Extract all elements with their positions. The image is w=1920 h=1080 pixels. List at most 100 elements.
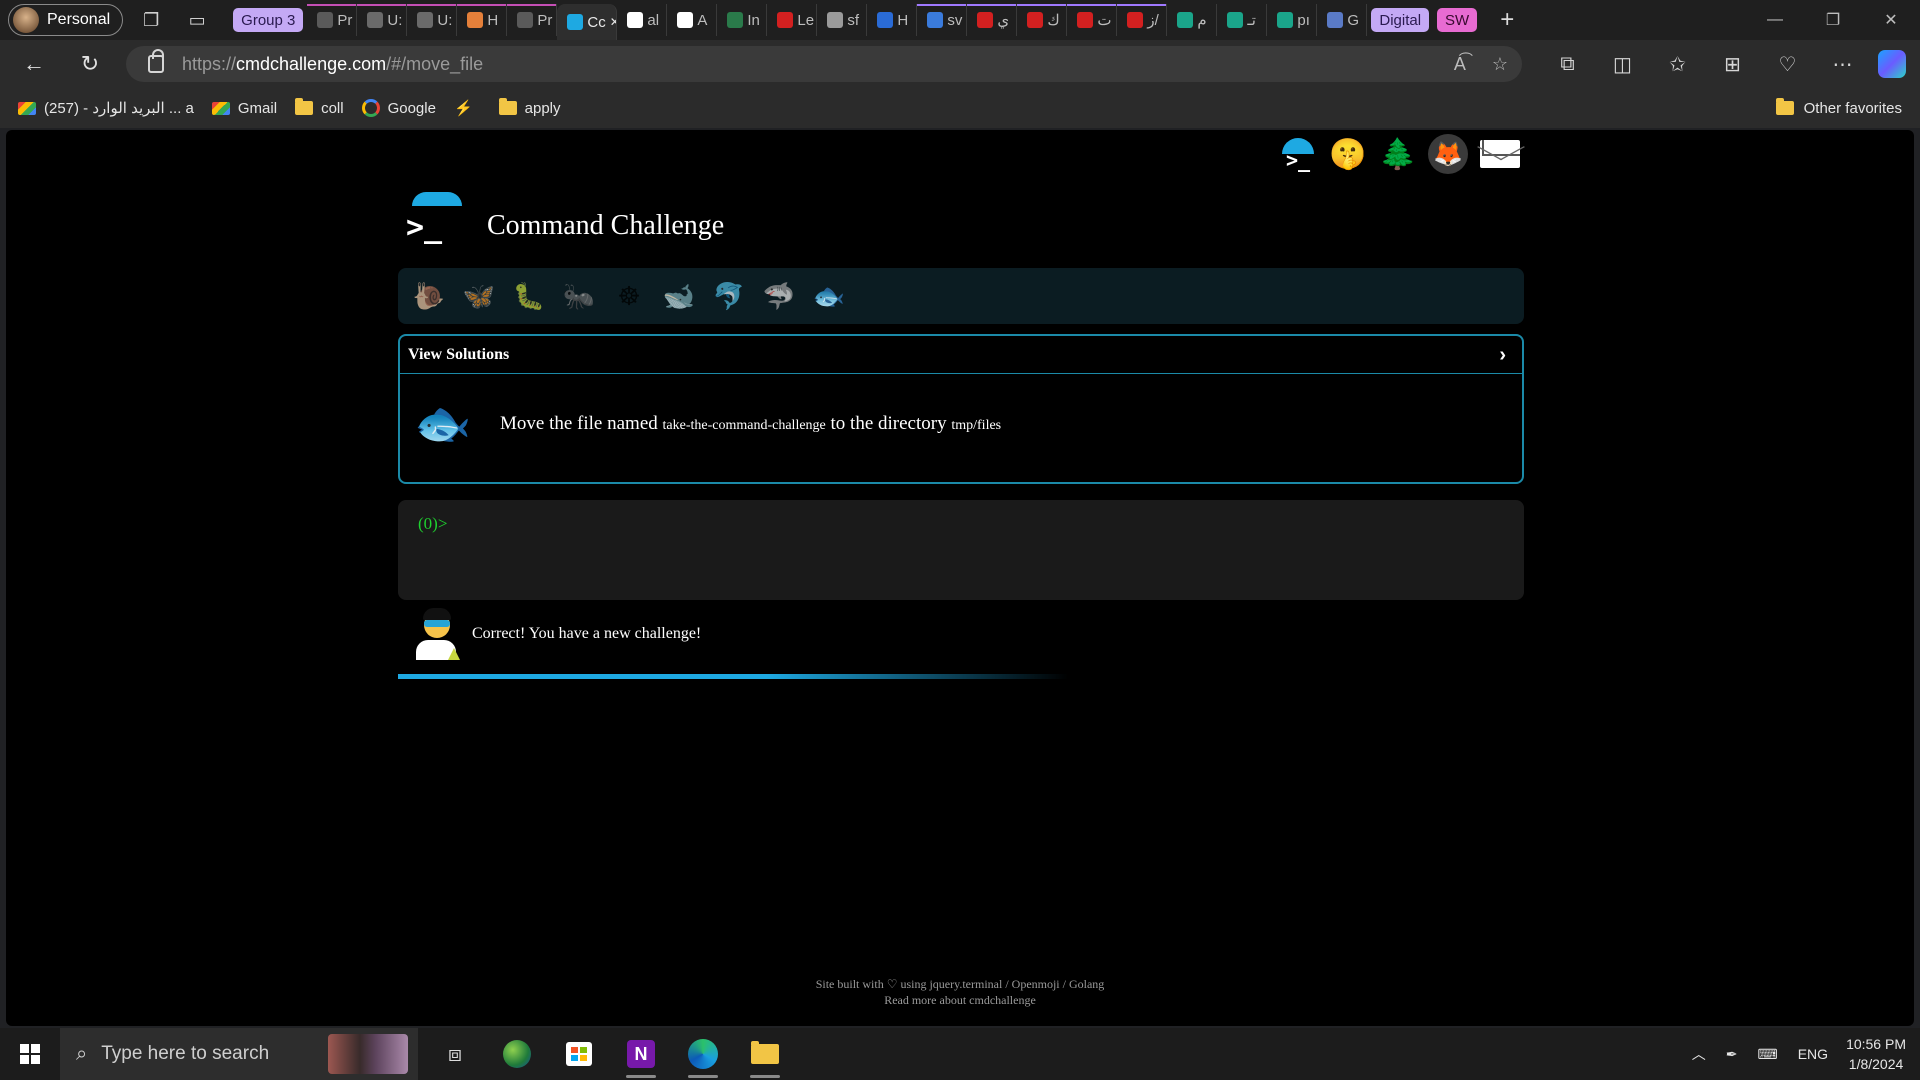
refresh-button[interactable]: ↻: [70, 46, 110, 82]
search-highlight-image: [328, 1034, 408, 1074]
browser-tab[interactable]: G: [1317, 4, 1368, 36]
address-bar[interactable]: https://cmdchallenge.com/#/move_file A͡ …: [126, 46, 1522, 82]
browser-tab[interactable]: U:: [407, 4, 458, 36]
browser-tab[interactable]: ت: [1067, 4, 1118, 36]
read-aloud-icon[interactable]: A͡: [1454, 54, 1466, 75]
browser-tab[interactable]: H: [457, 4, 508, 36]
profile-button[interactable]: Personal: [8, 4, 124, 36]
tab-label: م: [1197, 12, 1207, 29]
browser-tab[interactable]: pı: [1267, 4, 1318, 36]
tab-favicon-icon: [517, 12, 534, 28]
tree-icon[interactable]: 🌲: [1378, 134, 1418, 174]
browser-tab[interactable]: sv: [917, 4, 968, 36]
keyboard-icon[interactable]: ⌨: [1758, 1046, 1778, 1063]
level-butterfly-icon[interactable]: 🦋: [462, 279, 496, 313]
browser-tab[interactable]: U:: [357, 4, 408, 36]
task-view-icon[interactable]: ⧈: [424, 1028, 486, 1080]
browser-tab[interactable]: In: [717, 4, 768, 36]
level-caterpillar-icon[interactable]: 🐛: [512, 279, 546, 313]
bookmark-item[interactable]: apply: [498, 98, 561, 117]
tab-label: H: [897, 11, 909, 29]
browser-tab[interactable]: al: [617, 4, 668, 36]
restore-button[interactable]: ❐: [1804, 0, 1862, 40]
back-button[interactable]: ←: [14, 46, 54, 82]
browser-tab[interactable]: Le: [767, 4, 818, 36]
performance-icon[interactable]: ♡: [1760, 52, 1815, 77]
browser-tab[interactable]: H: [867, 4, 918, 36]
clock-date: 1/8/2024: [1848, 1056, 1904, 1072]
bookmark-item[interactable]: ⚡: [454, 99, 481, 117]
close-window-button[interactable]: ✕: [1862, 0, 1920, 40]
app-globe-icon[interactable]: [486, 1028, 548, 1080]
edge-browser-icon[interactable]: [672, 1028, 734, 1080]
footer-read-more-link[interactable]: Read more about cmdchallenge: [6, 992, 1914, 1008]
close-tab-icon[interactable]: ✕: [610, 15, 617, 29]
bookmark-item[interactable]: Google: [361, 99, 436, 117]
taskbar-search-box[interactable]: ⌕ Type here to search: [60, 1028, 418, 1080]
view-solutions-toggle[interactable]: View Solutions: [400, 336, 1522, 374]
tab-label: pı: [1297, 11, 1310, 29]
browser-tab[interactable]: Cc ✕: [557, 4, 618, 40]
workspaces-icon[interactable]: ❐: [133, 4, 169, 36]
tab-actions-icon[interactable]: ▭: [179, 4, 215, 36]
task-text: Move the file named take-the-command-cha…: [500, 412, 1002, 434]
url-text[interactable]: https://cmdchallenge.com/#/move_file: [182, 54, 483, 75]
browser-tab[interactable]: ك: [1017, 4, 1068, 36]
terminal-input-area[interactable]: (0)>: [398, 500, 1524, 600]
footer-credits[interactable]: Site built with ♡ using jquery.terminal …: [6, 976, 1914, 992]
browser-tab[interactable]: ي: [967, 4, 1018, 36]
level-ant-icon[interactable]: 🐜: [562, 279, 596, 313]
tab-label: تـ: [1247, 12, 1256, 29]
browser-tab[interactable]: م: [1167, 4, 1218, 36]
tab-group-chip[interactable]: SW: [1437, 8, 1478, 32]
favorite-star-icon[interactable]: ☆: [1492, 54, 1508, 75]
bookmark-item[interactable]: Gmail: [211, 100, 277, 117]
shushing-face-icon[interactable]: 🤫: [1328, 134, 1368, 174]
language-indicator[interactable]: ENG: [1798, 1046, 1828, 1062]
level-snail-icon[interactable]: 🐌: [412, 279, 446, 313]
gitlab-icon[interactable]: 🦊: [1428, 134, 1468, 174]
show-hidden-icons-chevron-icon[interactable]: ︿: [1692, 1044, 1706, 1064]
search-placeholder: Type here to search: [101, 1043, 270, 1064]
level-shark-icon[interactable]: 🦈: [762, 279, 796, 313]
start-button[interactable]: [0, 1028, 60, 1080]
tab-group-chip[interactable]: Group 3: [233, 8, 304, 32]
browser-tab[interactable]: Pr: [307, 4, 358, 36]
onenote-icon[interactable]: N: [610, 1028, 672, 1080]
tab-group-chip[interactable]: Digital: [1371, 8, 1430, 32]
bookmark-item[interactable]: coll: [295, 98, 344, 117]
browser-tab[interactable]: Pr: [507, 4, 558, 36]
collections-icon[interactable]: ⊞: [1705, 52, 1760, 77]
more-menu-icon[interactable]: ⋯: [1815, 52, 1870, 77]
tab-favicon-icon: [677, 12, 694, 28]
level-dolphin-icon[interactable]: 🐬: [712, 279, 746, 313]
browser-tab[interactable]: sf: [817, 4, 868, 36]
split-screen-icon[interactable]: ◫: [1595, 52, 1650, 77]
other-favorites-label: Other favorites: [1803, 99, 1902, 117]
minimize-button[interactable]: —: [1746, 0, 1804, 40]
level-whale-icon[interactable]: 🐋: [662, 279, 696, 313]
extensions-icon[interactable]: ⧉: [1540, 53, 1595, 76]
pen-icon[interactable]: ✒: [1726, 1046, 1738, 1063]
terminal-icon[interactable]: >_: [1278, 134, 1318, 174]
favorites-icon[interactable]: ✩: [1650, 52, 1705, 77]
browser-tab[interactable]: ز/: [1117, 4, 1168, 36]
tab-label: Pr: [537, 11, 553, 29]
tab-favicon-icon: [877, 12, 894, 28]
chevron-right-icon[interactable]: ›: [1499, 344, 1506, 367]
level-fish-icon[interactable]: 🐟: [812, 279, 846, 313]
new-tab-button[interactable]: +: [1487, 6, 1527, 34]
tab-label: U:: [387, 11, 403, 29]
other-favorites[interactable]: Other favorites: [1775, 88, 1902, 128]
microsoft-store-icon[interactable]: [548, 1028, 610, 1080]
file-explorer-icon[interactable]: [734, 1028, 796, 1080]
browser-tab[interactable]: A: [667, 4, 718, 36]
browser-tab[interactable]: تـ: [1217, 4, 1268, 36]
level-wheel-icon[interactable]: ☸: [612, 279, 646, 313]
copilot-icon[interactable]: [1878, 50, 1906, 78]
mail-icon[interactable]: [1478, 134, 1522, 174]
header-icon-links: >_ 🤫 🌲 🦊: [1278, 134, 1522, 174]
bookmark-item[interactable]: (257) - البريد الوارد ... a: [18, 99, 194, 117]
clock[interactable]: 10:56 PM 1/8/2024: [1846, 1034, 1906, 1074]
lock-icon[interactable]: [148, 49, 164, 73]
